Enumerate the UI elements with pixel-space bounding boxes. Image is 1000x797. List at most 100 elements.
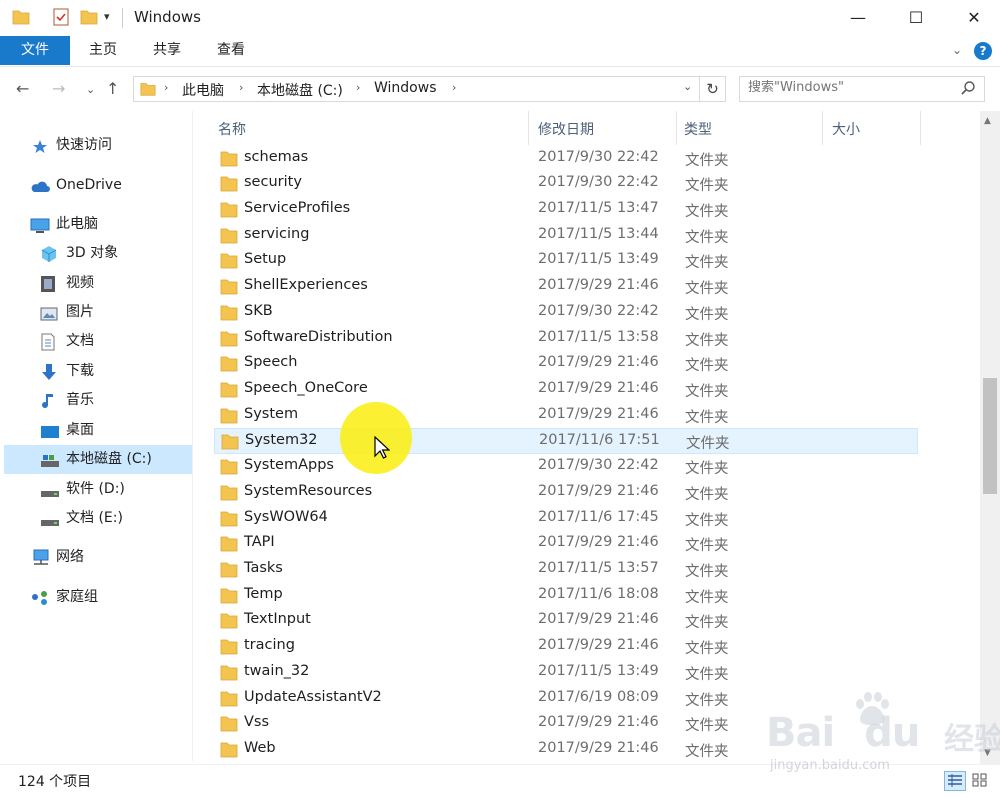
- search-box[interactable]: [739, 76, 985, 102]
- table-row[interactable]: Tasks 2017/11/5 13:57 文件夹: [214, 557, 918, 583]
- table-row[interactable]: System32 2017/11/6 17:51 文件夹: [214, 428, 918, 455]
- table-row[interactable]: Setup 2017/11/5 13:49 文件夹: [214, 248, 918, 274]
- sidebar-item-homegroup[interactable]: 家庭组: [30, 583, 180, 612]
- folder-icon: [220, 227, 238, 244]
- close-button[interactable]: ✕: [945, 0, 1000, 34]
- sidebar-item-videos[interactable]: 视频: [40, 269, 190, 298]
- column-divider[interactable]: [822, 111, 823, 145]
- file-date-modified: 2017/9/30 22:42: [538, 302, 659, 319]
- file-date-modified: 2017/11/5 13:58: [538, 328, 659, 345]
- search-icon[interactable]: [960, 80, 976, 100]
- back-button[interactable]: ←: [16, 79, 29, 98]
- table-row[interactable]: SoftwareDistribution 2017/11/5 13:58 文件夹: [214, 326, 918, 352]
- tab-file[interactable]: 文件: [0, 36, 70, 65]
- sidebar-item-3d-objects[interactable]: 3D 对象: [40, 239, 190, 268]
- folder-icon: [140, 81, 156, 101]
- large-icons-view-icon[interactable]: [970, 771, 992, 791]
- details-view-icon[interactable]: [944, 771, 966, 791]
- address-dropdown-icon[interactable]: ⌄: [683, 80, 692, 93]
- table-row[interactable]: ShellExperiences 2017/9/29 21:46 文件夹: [214, 274, 918, 300]
- sidebar-item-documents[interactable]: 文档: [40, 327, 190, 356]
- sidebar-item-local-disk-c[interactable]: 本地磁盘 (C:): [4, 445, 192, 474]
- recent-locations-button[interactable]: ⌄: [86, 83, 95, 96]
- column-header-type[interactable]: 类型: [684, 119, 712, 139]
- folder-icon: [220, 278, 238, 295]
- refresh-button[interactable]: ↻: [700, 76, 726, 102]
- new-folder-icon[interactable]: [80, 8, 98, 30]
- breadcrumb-separator[interactable]: ›: [239, 81, 243, 94]
- column-divider[interactable]: [676, 111, 677, 145]
- table-row[interactable]: SysWOW64 2017/11/6 17:45 文件夹: [214, 506, 918, 532]
- table-row[interactable]: ServiceProfiles 2017/11/5 13:47 文件夹: [214, 197, 918, 223]
- help-icon[interactable]: ?: [974, 42, 992, 60]
- tab-share[interactable]: 共享: [142, 36, 192, 65]
- tab-view[interactable]: 查看: [206, 36, 256, 65]
- table-row[interactable]: UpdateAssistantV2 2017/6/19 08:09 文件夹: [214, 686, 918, 712]
- file-date-modified: 2017/11/5 13:49: [538, 251, 659, 268]
- table-row[interactable]: tracing 2017/9/29 21:46 文件夹: [214, 634, 918, 660]
- file-name: SystemApps: [244, 457, 334, 474]
- table-row[interactable]: System 2017/9/29 21:46 文件夹: [214, 403, 918, 429]
- scroll-up-arrow-icon[interactable]: ▲: [984, 116, 991, 126]
- breadcrumb-separator[interactable]: ›: [164, 81, 168, 94]
- properties-icon[interactable]: [52, 8, 70, 30]
- sidebar-item-onedrive[interactable]: OneDrive: [30, 171, 180, 200]
- sidebar-item-network[interactable]: 网络: [30, 543, 180, 572]
- table-row[interactable]: twain_32 2017/11/5 13:49 文件夹: [214, 660, 918, 686]
- table-row[interactable]: Speech_OneCore 2017/9/29 21:46 文件夹: [214, 377, 918, 403]
- sidebar-item-drive-d[interactable]: 软件 (D:): [40, 475, 190, 504]
- table-row[interactable]: schemas 2017/9/30 22:42 文件夹: [214, 146, 918, 172]
- download-icon: [40, 363, 58, 380]
- table-row[interactable]: SystemResources 2017/9/29 21:46 文件夹: [214, 480, 918, 506]
- table-row[interactable]: TextInput 2017/9/29 21:46 文件夹: [214, 608, 918, 634]
- table-row[interactable]: Temp 2017/11/6 18:08 文件夹: [214, 583, 918, 609]
- column-header-name[interactable]: 名称: [218, 119, 246, 139]
- table-row[interactable]: SKB 2017/9/30 22:42 文件夹: [214, 300, 918, 326]
- sidebar-item-quick-access[interactable]: 快速访问: [30, 131, 180, 160]
- folder-icon: [220, 330, 238, 346]
- table-row[interactable]: SystemApps 2017/9/30 22:42 文件夹: [214, 454, 918, 480]
- column-header-size[interactable]: 大小: [832, 119, 860, 139]
- folder-icon: [220, 355, 238, 372]
- table-row[interactable]: Speech 2017/9/29 21:46 文件夹: [214, 351, 918, 377]
- sidebar-item-pictures[interactable]: 图片: [40, 298, 190, 327]
- file-type: 文件夹: [685, 486, 729, 503]
- file-list: schemas 2017/9/30 22:42 文件夹 security 2017/9/…: [194, 145, 980, 765]
- breadcrumb-windows[interactable]: Windows: [374, 80, 437, 96]
- table-row[interactable]: servicing 2017/11/5 13:44 文件夹: [214, 223, 918, 249]
- column-divider[interactable]: [920, 111, 921, 145]
- table-row[interactable]: TAPI 2017/9/29 21:46 文件夹: [214, 531, 918, 557]
- file-type: 文件夹: [685, 281, 729, 298]
- computer-icon: [30, 216, 50, 233]
- minimize-button[interactable]: —: [829, 0, 887, 34]
- column-header-date-modified[interactable]: 修改日期: [538, 119, 594, 139]
- breadcrumb-local-disk[interactable]: 本地磁盘 (C:): [257, 80, 343, 100]
- navigation-pane: 快速访问 OneDrive 此电脑 3D 对象 视频 图片 文档 下载 音乐 桌…: [0, 111, 193, 761]
- column-divider[interactable]: [528, 111, 529, 145]
- sidebar-item-desktop[interactable]: 桌面: [40, 416, 190, 445]
- maximize-button[interactable]: ☐: [887, 0, 945, 34]
- sidebar-item-label: 软件 (D:): [66, 481, 125, 497]
- table-row[interactable]: security 2017/9/30 22:42 文件夹: [214, 171, 918, 197]
- breadcrumb-this-pc[interactable]: 此电脑: [182, 80, 224, 100]
- drive-icon: [40, 510, 59, 526]
- sidebar-item-this-pc[interactable]: 此电脑: [30, 210, 180, 239]
- scrollbar-thumb[interactable]: [983, 377, 997, 494]
- forward-button[interactable]: →: [52, 79, 65, 98]
- breadcrumb-separator[interactable]: ›: [452, 81, 456, 94]
- address-bar[interactable]: › 此电脑 › 本地磁盘 (C:) › Windows ›: [133, 76, 700, 102]
- search-input[interactable]: [748, 80, 948, 95]
- tab-home[interactable]: 主页: [78, 36, 128, 65]
- sidebar-item-music[interactable]: 音乐: [40, 386, 190, 415]
- expand-ribbon-icon[interactable]: ⌄: [952, 43, 962, 57]
- sidebar-item-downloads[interactable]: 下载: [40, 357, 190, 386]
- sidebar-item-drive-e[interactable]: 文档 (E:): [40, 504, 190, 533]
- file-type: 文件夹: [685, 332, 729, 349]
- sidebar-item-label: 快速访问: [56, 137, 112, 153]
- customize-quick-access-button[interactable]: ▾: [104, 10, 110, 23]
- up-button[interactable]: ↑: [106, 79, 119, 98]
- file-date-modified: 2017/9/30 22:42: [538, 148, 659, 165]
- sidebar-item-label: 此电脑: [56, 216, 98, 232]
- breadcrumb-separator[interactable]: ›: [356, 81, 360, 94]
- file-date-modified: 2017/9/29 21:46: [538, 277, 659, 294]
